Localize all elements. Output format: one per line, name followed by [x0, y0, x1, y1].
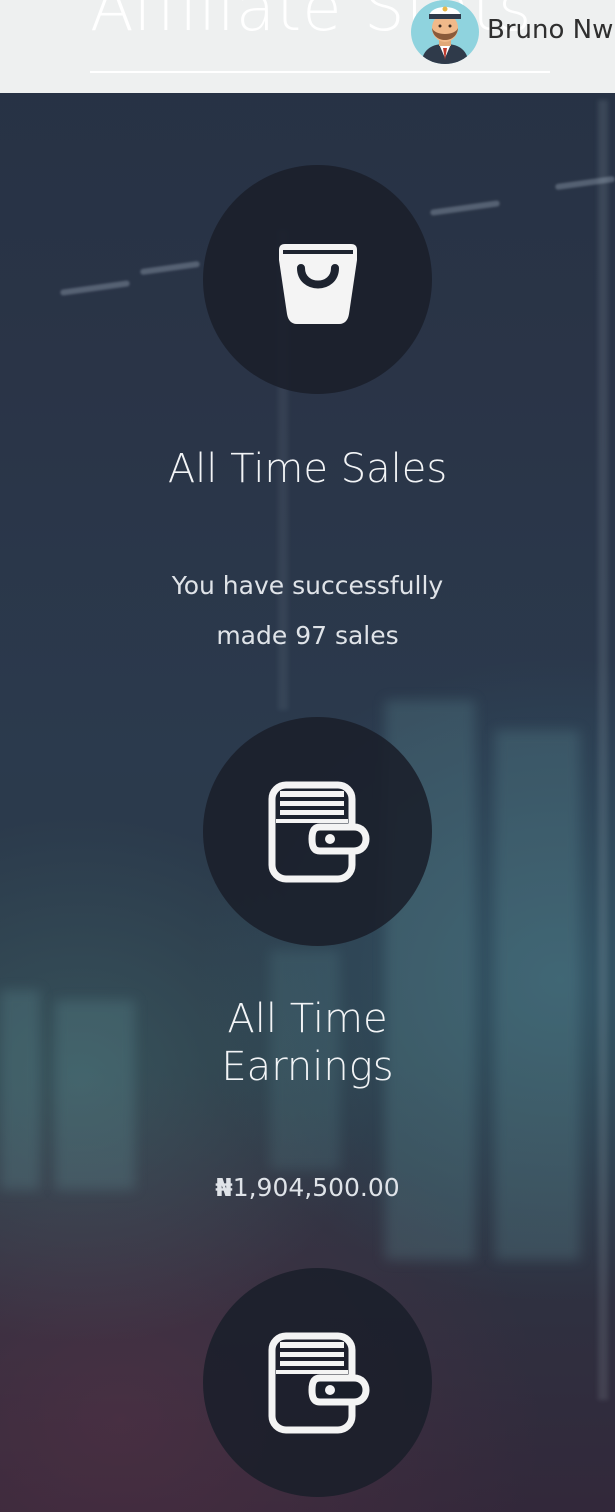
user-name[interactable]: Bruno Nw: [487, 15, 613, 45]
earnings-amount: ₦1,904,500.00: [0, 1163, 615, 1213]
earnings-title-line1: All Time: [227, 996, 388, 1042]
earnings-icon-circle: [203, 717, 432, 946]
shopping-bag-icon: [278, 243, 357, 324]
sales-title: All Time Sales: [167, 446, 448, 492]
sales-description-line1: You have successfully: [171, 571, 444, 600]
earnings-title-line2: Earnings: [221, 1044, 394, 1090]
third-stat-icon-circle: [203, 1268, 432, 1497]
sales-icon-circle: [203, 165, 432, 394]
naira-currency-symbol: ₦: [215, 1173, 233, 1202]
title-divider: [90, 71, 550, 73]
user-avatar-icon[interactable]: [411, 0, 479, 64]
sales-description-line2: made 97 sales: [216, 621, 399, 650]
earnings-amount-value: 1,904,500.00: [232, 1173, 400, 1202]
top-header: Affiliate Stats Bruno Nw: [0, 0, 615, 93]
wallet-icon: [268, 781, 370, 882]
wallet-icon: [268, 1332, 370, 1433]
